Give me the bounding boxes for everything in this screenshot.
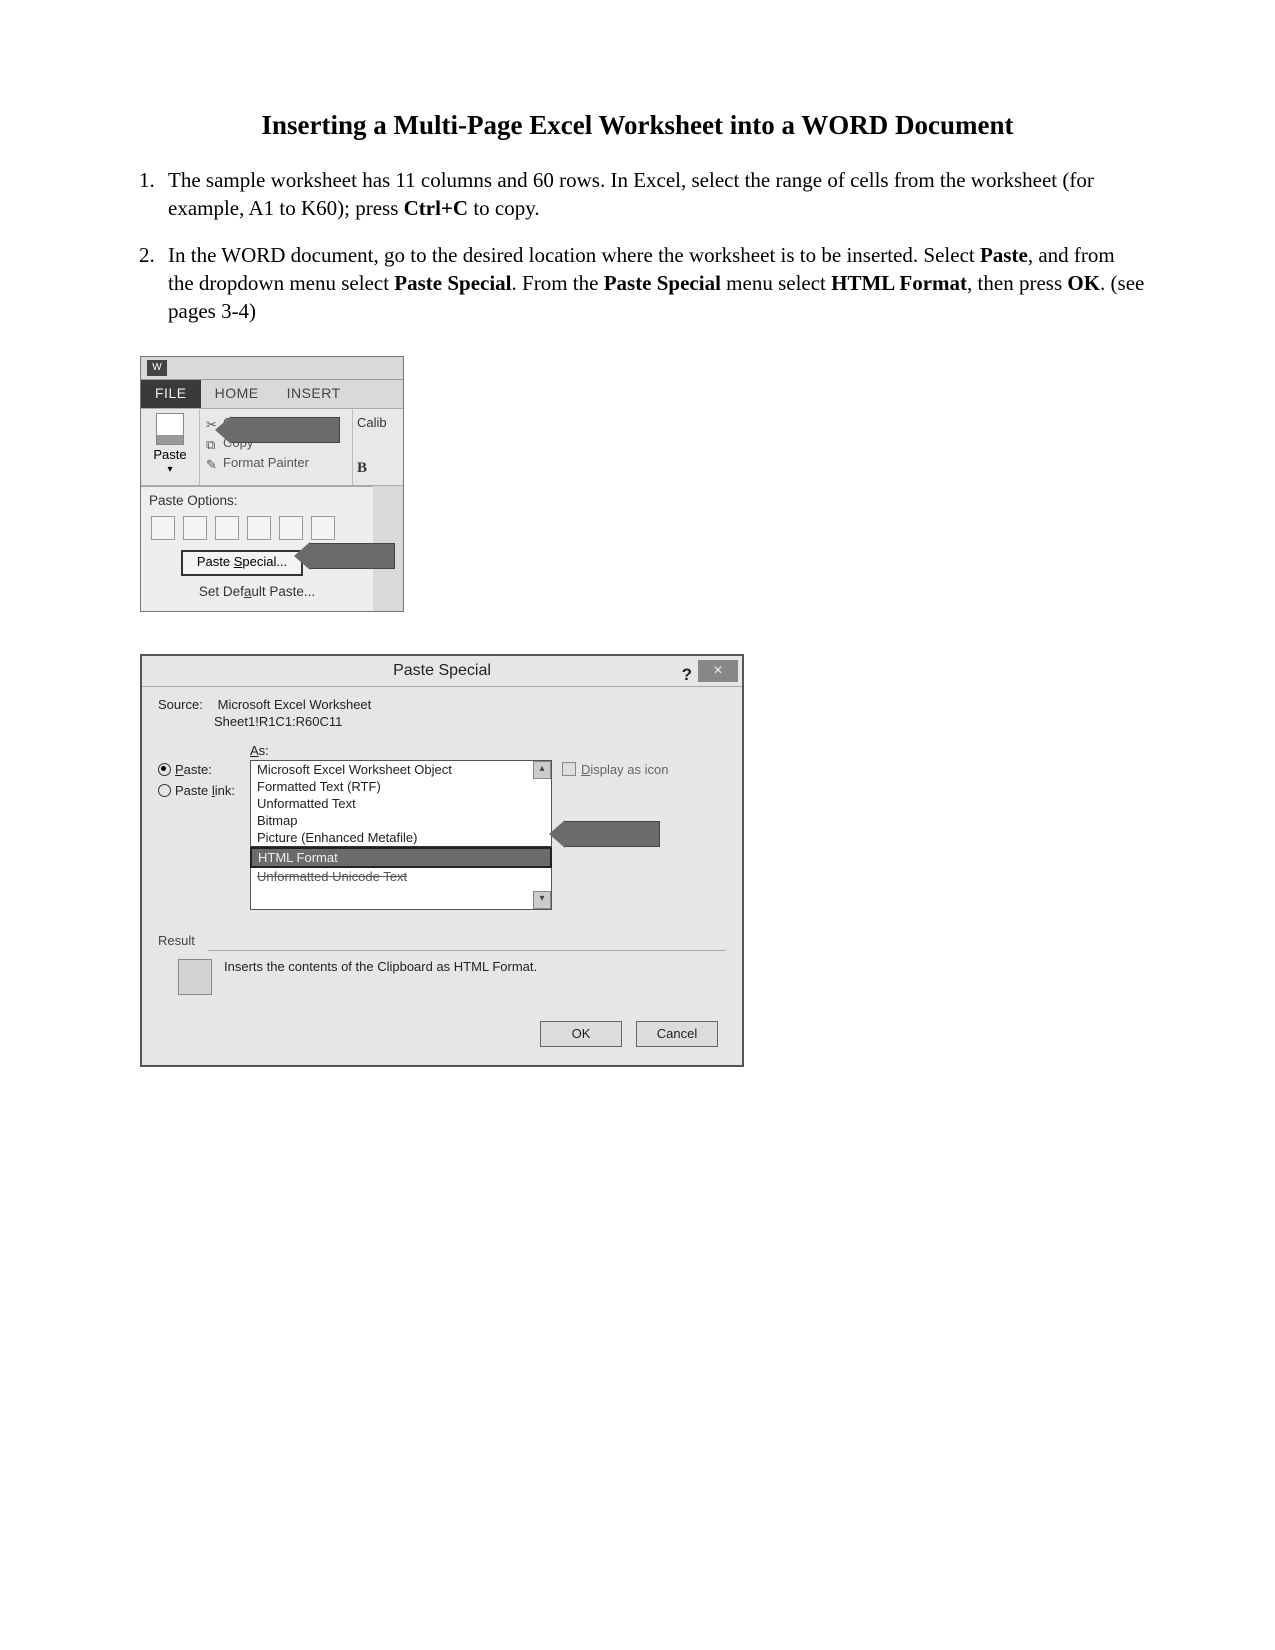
as-label: As: (250, 743, 726, 758)
word-icon: W (147, 360, 167, 376)
instruction-list: The sample worksheet has 11 columns and … (130, 166, 1145, 326)
as-listbox[interactable]: ▴ Microsoft Excel Worksheet Object Forma… (250, 760, 552, 910)
paste-button[interactable]: Paste ▾ (141, 409, 200, 485)
bold-button[interactable]: B (357, 460, 403, 477)
callout-arrow-icon (230, 417, 340, 443)
ribbon-figure: W FILE HOME INSERT Paste ▾ ✂Cut ⧉Copy ✎F… (140, 356, 404, 612)
checkbox-icon (562, 762, 576, 776)
help-button[interactable]: ? (682, 660, 692, 690)
source-range: Sheet1!R1C1:R60C11 (158, 714, 726, 729)
font-group-edge: Calib B (352, 409, 403, 485)
list-item[interactable]: Picture (Enhanced Metafile) (251, 829, 551, 847)
dialog-titlebar: Paste Special ? × (142, 656, 742, 687)
dialog-title: Paste Special (393, 662, 491, 679)
list-item[interactable]: Formatted Text (RTF) (251, 778, 551, 795)
paste-link-radio[interactable]: Paste link: (158, 783, 250, 798)
list-item[interactable]: Microsoft Excel Worksheet Object (251, 761, 551, 778)
callout-arrow-icon (564, 821, 660, 847)
cancel-button[interactable]: Cancel (636, 1021, 718, 1047)
tab-home[interactable]: HOME (201, 380, 273, 408)
brush-icon: ✎ (206, 457, 220, 469)
step-1: The sample worksheet has 11 columns and … (160, 166, 1145, 223)
word-titlebar: W (141, 357, 403, 380)
list-item-selected[interactable]: HTML Format (252, 849, 550, 866)
source-value: Microsoft Excel Worksheet (218, 697, 372, 712)
display-as-icon-checkbox[interactable]: Display as icon (552, 760, 668, 777)
set-default-paste-menu-item[interactable]: Set Default Paste... (141, 580, 373, 603)
format-painter-button[interactable]: ✎Format Painter (206, 455, 348, 475)
radio-unchecked-icon (158, 784, 171, 797)
list-item[interactable]: Unformatted Unicode Text (251, 868, 551, 885)
paste-dropdown: Paste Options: Paste Special... Set Defa… (141, 486, 373, 611)
source-label: Source: (158, 697, 214, 712)
divider (208, 950, 726, 951)
step-2: In the WORD document, go to the desired … (160, 241, 1145, 326)
list-item[interactable]: Bitmap (251, 812, 551, 829)
paste-option-icon[interactable] (151, 516, 175, 540)
paste-options-header: Paste Options: (141, 487, 373, 514)
result-label: Result (158, 933, 195, 948)
paste-option-icon[interactable] (183, 516, 207, 540)
paste-option-icon[interactable] (311, 516, 335, 540)
scroll-up-button[interactable]: ▴ (533, 761, 551, 779)
result-text: Inserts the contents of the Clipboard as… (224, 959, 537, 974)
paste-radio[interactable]: Paste: (158, 762, 250, 777)
clipboard-result-icon (178, 959, 212, 995)
tab-insert[interactable]: INSERT (273, 380, 355, 408)
list-item[interactable]: Unformatted Text (251, 795, 551, 812)
paste-special-dialog: Paste Special ? × Source: Microsoft Exce… (140, 654, 744, 1067)
page-title: Inserting a Multi-Page Excel Worksheet i… (130, 110, 1145, 141)
radio-checked-icon (158, 763, 171, 776)
scroll-down-button[interactable]: ▾ (533, 891, 551, 909)
ok-button[interactable]: OK (540, 1021, 622, 1047)
paste-option-icon[interactable] (215, 516, 239, 540)
callout-arrow-icon (309, 543, 395, 569)
tab-file[interactable]: FILE (141, 380, 201, 408)
clipboard-icon (156, 413, 184, 445)
close-button[interactable]: × (698, 660, 738, 682)
paste-option-icon[interactable] (279, 516, 303, 540)
paste-special-menu-item[interactable]: Paste Special... (181, 550, 303, 576)
paste-option-icon[interactable] (247, 516, 271, 540)
chevron-down-icon[interactable]: ▾ (141, 464, 199, 475)
